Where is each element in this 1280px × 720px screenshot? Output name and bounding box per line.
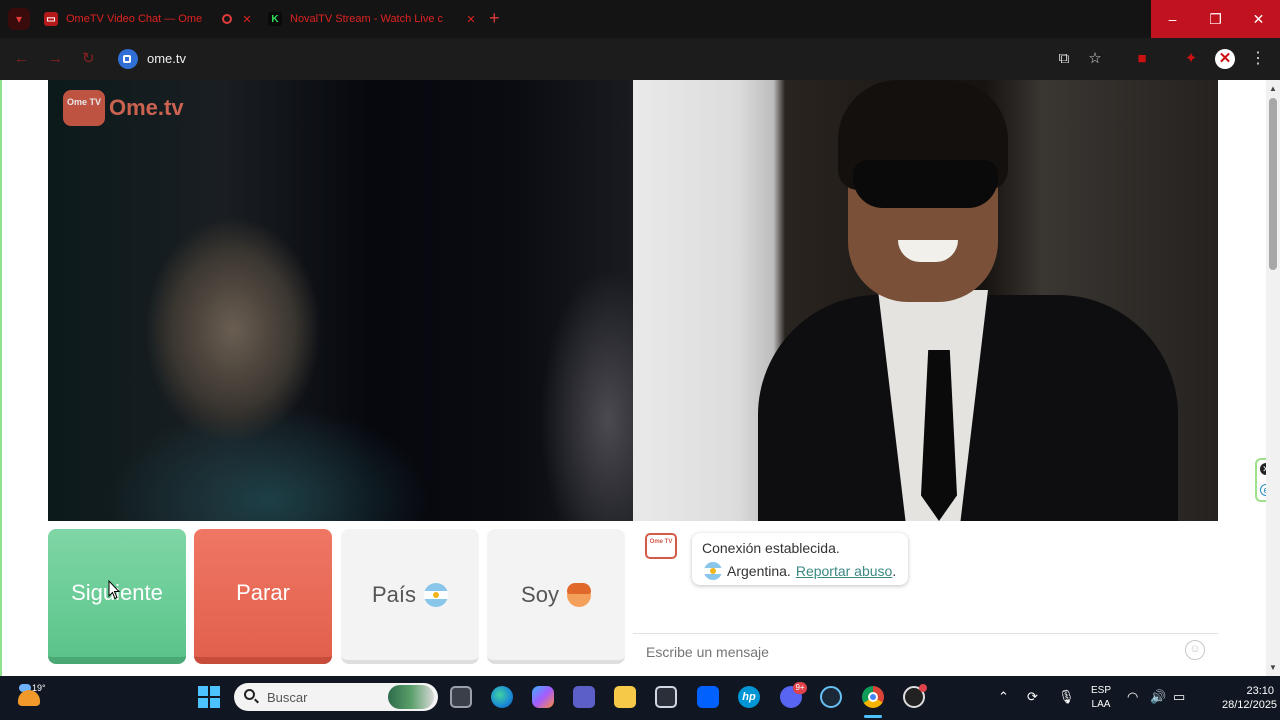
soy-label: Soy	[521, 581, 559, 607]
microphone-icon[interactable]: 🎙	[1058, 689, 1075, 705]
install-app-icon[interactable]: ⧉	[1055, 50, 1073, 68]
edge-icon[interactable]	[491, 686, 513, 708]
kick-favicon-icon: K	[268, 12, 282, 26]
tab-kick[interactable]: K NovalTV Stream - Watch Live c ✕	[268, 6, 478, 32]
keyboard-layout: LAA	[1091, 699, 1111, 710]
hp-icon[interactable]: hp	[738, 686, 760, 708]
ometv-chat-icon: Ome TV	[645, 533, 677, 559]
steam-icon[interactable]	[820, 686, 842, 708]
stop-button[interactable]: Parar	[194, 529, 332, 664]
connection-status-text: Conexión establecida.	[702, 540, 840, 556]
teams-icon[interactable]	[573, 686, 595, 708]
windows-start-icon[interactable]	[198, 686, 220, 708]
close-tab-icon[interactable]: ✕	[240, 13, 254, 26]
country-filter-button[interactable]: País	[341, 529, 479, 664]
tab-ometv[interactable]: ▭ OmeTV Video Chat — Ome ✕	[44, 6, 254, 32]
search-highlight-image	[388, 685, 434, 709]
search-placeholder: Buscar	[267, 690, 308, 705]
recording-icon	[222, 14, 232, 24]
maximize-button[interactable]: ❐	[1194, 0, 1237, 38]
report-abuse-link[interactable]: Reportar abuso	[796, 563, 893, 579]
new-tab-button[interactable]: +	[489, 8, 500, 28]
windows-taskbar	[0, 676, 1280, 720]
scroll-up-icon[interactable]: ▲	[1269, 84, 1277, 93]
url-text[interactable]: ome.tv	[147, 51, 186, 66]
extensions-puzzle-icon[interactable]: ✦	[1182, 50, 1200, 68]
partner-country-line: Argentina. Reportar abuso.	[704, 562, 896, 580]
argentina-flag-icon	[424, 582, 449, 607]
file-explorer-icon[interactable]	[614, 686, 636, 708]
report-suffix: .	[892, 563, 897, 579]
gender-button[interactable]: Soy	[487, 529, 625, 664]
volume-icon[interactable]: 🔊	[1150, 689, 1166, 705]
system-clock[interactable]: 23:10 28/12/2025	[1222, 684, 1278, 712]
input-language[interactable]: ESP LAA	[1090, 684, 1112, 712]
tab-title: NovalTV Stream - Watch Live c	[290, 13, 444, 25]
forward-arrow-icon[interactable]: →	[48, 50, 63, 68]
logo-tv-icon: Ome TV	[63, 90, 105, 126]
tab-search-menu[interactable]: ▾	[8, 8, 30, 30]
discord-notification-badge: 9+	[793, 682, 807, 694]
close-tab-icon[interactable]: ✕	[464, 13, 478, 26]
battery-icon[interactable]: ▭	[1173, 689, 1185, 705]
clock-date: 28/12/2025	[1222, 699, 1278, 711]
tab-title: OmeTV Video Chat — Ome	[66, 13, 203, 25]
recording-dot-icon	[919, 684, 927, 692]
boy-face-icon	[566, 582, 591, 607]
minimize-button[interactable]: –	[1151, 0, 1194, 38]
back-arrow-icon[interactable]: ←	[14, 50, 29, 68]
partner-country: Argentina.	[727, 563, 791, 579]
close-window-button[interactable]: ✕	[1237, 0, 1280, 38]
reload-icon[interactable]: ↻	[82, 50, 95, 68]
show-hidden-icons-icon[interactable]: ⌃	[998, 689, 1009, 705]
ometv-favicon-icon: ▭	[44, 12, 58, 26]
page-border	[0, 80, 2, 676]
stop-label: Parar	[236, 580, 290, 605]
dropbox-icon[interactable]	[697, 686, 719, 708]
self-video	[633, 80, 1218, 521]
profile-avatar[interactable]: ✕	[1215, 49, 1235, 69]
scrollbar-thumb[interactable]	[1269, 98, 1277, 270]
microsoft-store-icon[interactable]	[655, 686, 677, 708]
mouse-cursor-icon	[108, 580, 120, 600]
wifi-icon[interactable]: ◠	[1127, 689, 1138, 705]
copilot-icon[interactable]	[532, 686, 554, 708]
search-icon	[244, 689, 255, 700]
bookmark-star-icon[interactable]: ☆	[1086, 50, 1104, 68]
chrome-icon[interactable]	[862, 686, 884, 708]
scroll-down-icon[interactable]: ▼	[1269, 663, 1277, 672]
ometv-logo: Ome TV Ome.tv	[63, 90, 184, 126]
extension-icon[interactable]: ■	[1133, 50, 1151, 68]
remote-video	[48, 80, 633, 521]
video-person-sunglasses	[853, 160, 998, 208]
language-code: ESP	[1090, 685, 1111, 696]
country-label: País	[371, 581, 417, 607]
emoji-icon[interactable]: ☺	[1185, 640, 1205, 660]
more-menu-icon[interactable]: ⋮	[1250, 50, 1266, 68]
argentina-flag-icon	[704, 562, 722, 580]
active-app-indicator	[864, 715, 882, 718]
task-view-icon[interactable]	[450, 686, 472, 708]
weather-temperature: 19°	[32, 683, 46, 693]
message-input[interactable]	[644, 642, 1168, 662]
sync-icon[interactable]: ⟳	[1027, 689, 1038, 705]
logo-text: Ome.tv	[109, 95, 184, 120]
clock-time: 23:10	[1246, 685, 1274, 697]
site-info-icon[interactable]	[118, 49, 138, 69]
